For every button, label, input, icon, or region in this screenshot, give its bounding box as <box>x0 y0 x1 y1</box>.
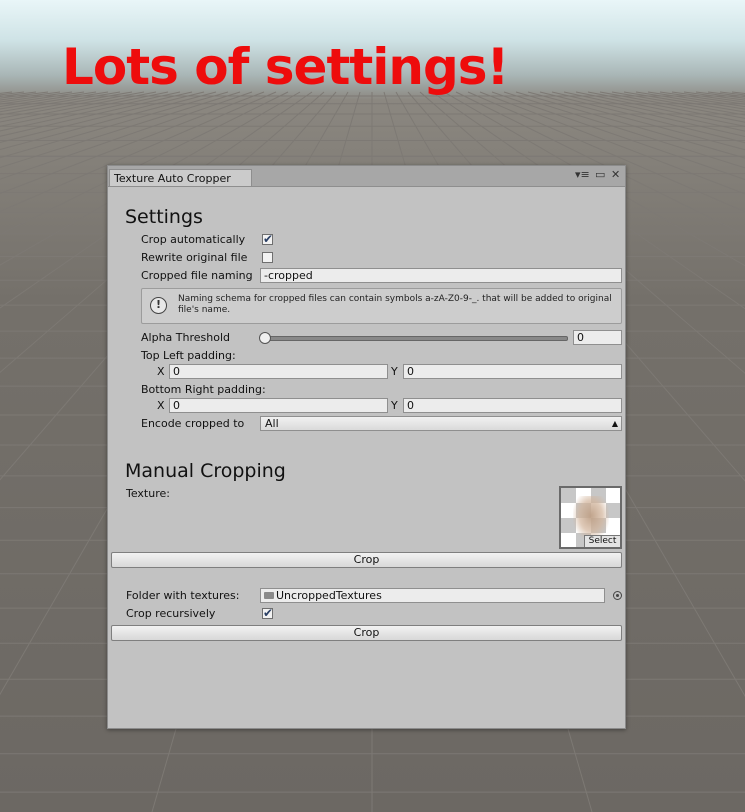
rewrite-original-label: Rewrite original file <box>141 251 248 264</box>
checkmark-icon: ✔ <box>263 606 274 620</box>
close-icon[interactable]: ✕ <box>611 168 620 181</box>
window-tab[interactable]: Texture Auto Cropper <box>109 169 252 186</box>
manual-cropping-heading: Manual Cropping <box>125 460 286 482</box>
crop-folder-button[interactable]: Crop <box>111 625 622 641</box>
top-left-x-label: X <box>157 365 165 378</box>
folder-object-field[interactable]: UncroppedTextures <box>260 588 605 603</box>
headline-text: Lots of settings! <box>62 38 509 96</box>
checkmark-icon: ✔ <box>263 232 274 246</box>
texture-object-field[interactable]: Select <box>559 486 622 549</box>
top-left-x-input[interactable]: 0 <box>169 364 388 379</box>
dropdown-arrow-icon: ▲ <box>611 419 618 428</box>
object-picker-icon[interactable] <box>613 591 622 600</box>
alpha-threshold-slider-track[interactable] <box>263 336 568 341</box>
naming-help-box: ! Naming schema for cropped files can co… <box>141 288 622 324</box>
folder-with-textures-label: Folder with textures: <box>126 589 240 602</box>
cropped-file-naming-input[interactable]: -cropped <box>260 268 622 283</box>
alpha-threshold-slider-thumb[interactable] <box>259 332 271 344</box>
texture-preview-image <box>573 496 609 540</box>
window-titlebar: Texture Auto Cropper ▾≡ ▭ ✕ <box>108 166 625 187</box>
folder-icon <box>264 591 274 599</box>
alpha-threshold-label: Alpha Threshold <box>141 331 230 344</box>
crop-recursively-label: Crop recursively <box>126 607 216 620</box>
top-left-y-label: Y <box>391 365 398 378</box>
rewrite-original-checkbox[interactable] <box>262 252 273 263</box>
settings-heading: Settings <box>125 206 203 228</box>
texture-label: Texture: <box>126 487 170 500</box>
cropped-file-naming-label: Cropped file naming <box>141 269 253 282</box>
texture-select-button[interactable]: Select <box>584 535 620 547</box>
bottom-right-y-input[interactable]: 0 <box>403 398 622 413</box>
bottom-right-padding-label: Bottom Right padding: <box>141 383 266 396</box>
info-exclamation-icon: ! <box>150 297 167 314</box>
bottom-right-x-input[interactable]: 0 <box>169 398 388 413</box>
top-left-padding-label: Top Left padding: <box>141 349 236 362</box>
maximize-icon[interactable]: ▭ <box>595 168 605 181</box>
encode-format-value: All <box>265 417 279 430</box>
naming-help-text: Naming schema for cropped files can cont… <box>178 294 612 315</box>
bottom-right-x-label: X <box>157 399 165 412</box>
crop-recursively-checkbox[interactable]: ✔ <box>262 606 274 620</box>
crop-automatically-label: Crop automatically <box>141 233 246 246</box>
alpha-threshold-input[interactable]: 0 <box>573 330 622 345</box>
menu-icon[interactable]: ▾≡ <box>575 168 590 181</box>
encode-format-dropdown[interactable]: All ▲ <box>260 416 622 431</box>
folder-name: UncroppedTextures <box>276 589 382 602</box>
top-left-y-input[interactable]: 0 <box>403 364 622 379</box>
encode-cropped-label: Encode cropped to <box>141 417 245 430</box>
texture-auto-cropper-window: Texture Auto Cropper ▾≡ ▭ ✕ Settings Cro… <box>107 165 626 729</box>
crop-automatically-checkbox[interactable]: ✔ <box>262 232 274 246</box>
bottom-right-y-label: Y <box>391 399 398 412</box>
crop-button[interactable]: Crop <box>111 552 622 568</box>
